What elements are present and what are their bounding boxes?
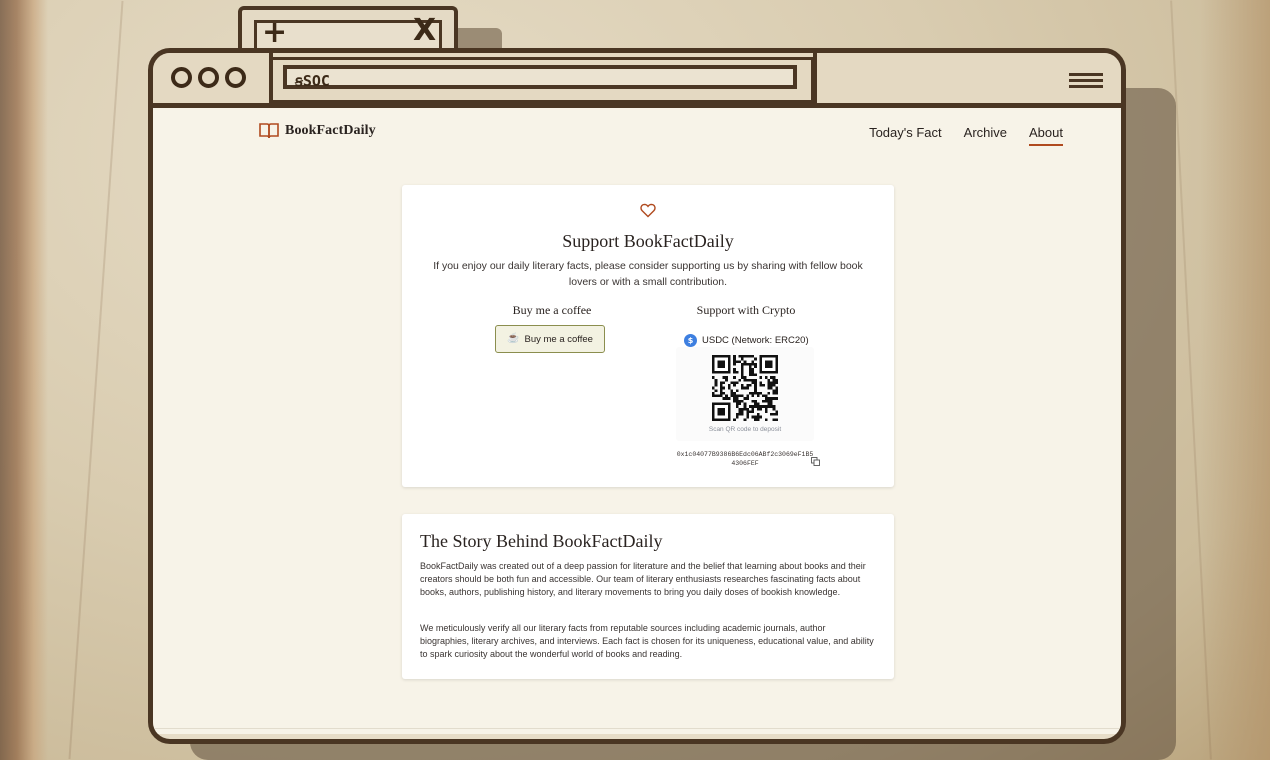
close-tab-icon[interactable]: X	[413, 16, 436, 46]
story-paragraph: BookFactDaily was created out of a deep …	[420, 561, 866, 597]
nav-archive[interactable]: Archive	[964, 125, 1007, 146]
window-control-icon[interactable]	[171, 67, 192, 88]
window-control-icon[interactable]	[225, 67, 246, 88]
qr-caption: Scan QR code to deposit	[708, 426, 782, 433]
support-title: Support BookFactDaily	[562, 231, 734, 251]
open-book-icon	[259, 123, 279, 139]
browser-toolbar: ꞩSOC	[153, 53, 1121, 108]
address-bar[interactable]: ꞩSOC	[283, 65, 797, 90]
story-title: The Story Behind BookFactDaily	[420, 531, 663, 551]
story-card: The Story Behind BookFactDaily BookFactD…	[402, 514, 894, 679]
support-description: If you enjoy our daily literary facts, p…	[433, 260, 863, 288]
crypto-network: $ USDC (Network: ERC20)	[684, 334, 809, 347]
paper-crease	[68, 0, 124, 760]
site-logo[interactable]: BookFactDaily	[259, 122, 376, 140]
support-card: Support BookFactDaily If you enjoy our d…	[402, 185, 894, 487]
logo-text: BookFactDaily	[285, 123, 376, 138]
crypto-heading: Support with Crypto	[696, 303, 796, 317]
buy-coffee-button[interactable]: ☕ Buy me a coffee	[495, 325, 605, 353]
browser-window: ꞩSOC BookFactDaily Today's Fact Archive …	[148, 48, 1126, 744]
nav-about[interactable]: About	[1029, 125, 1063, 146]
page-footer	[153, 728, 1121, 734]
page-viewport: BookFactDaily Today's Fact Archive About…	[153, 108, 1121, 734]
coffee-cup-icon: ☕	[507, 333, 520, 344]
copy-icon[interactable]	[811, 457, 820, 466]
coffee-heading: Buy me a coffee	[512, 303, 592, 317]
wallet-address[interactable]: 0x1c04077B9386B6Edc06ABf2c3069eF1B54306F…	[676, 450, 814, 468]
main-nav: Today's Fact Archive About	[869, 125, 1063, 146]
heart-icon	[640, 203, 656, 218]
story-paragraph: We meticulously verify all our literary …	[420, 623, 874, 659]
qr-code-image	[712, 355, 778, 421]
paper-edge-decoration	[0, 0, 48, 760]
paper-edge-decoration	[1200, 0, 1270, 760]
new-tab-icon[interactable]: +	[262, 18, 287, 48]
window-control-icon[interactable]	[198, 67, 219, 88]
nav-todays-fact[interactable]: Today's Fact	[869, 125, 942, 146]
crypto-network-label: USDC (Network: ERC20)	[702, 335, 809, 346]
toolbar-divider	[813, 53, 817, 103]
menu-icon[interactable]	[1069, 73, 1103, 91]
usdc-coin-icon: $	[684, 334, 697, 347]
buy-coffee-label: Buy me a coffee	[524, 333, 593, 345]
